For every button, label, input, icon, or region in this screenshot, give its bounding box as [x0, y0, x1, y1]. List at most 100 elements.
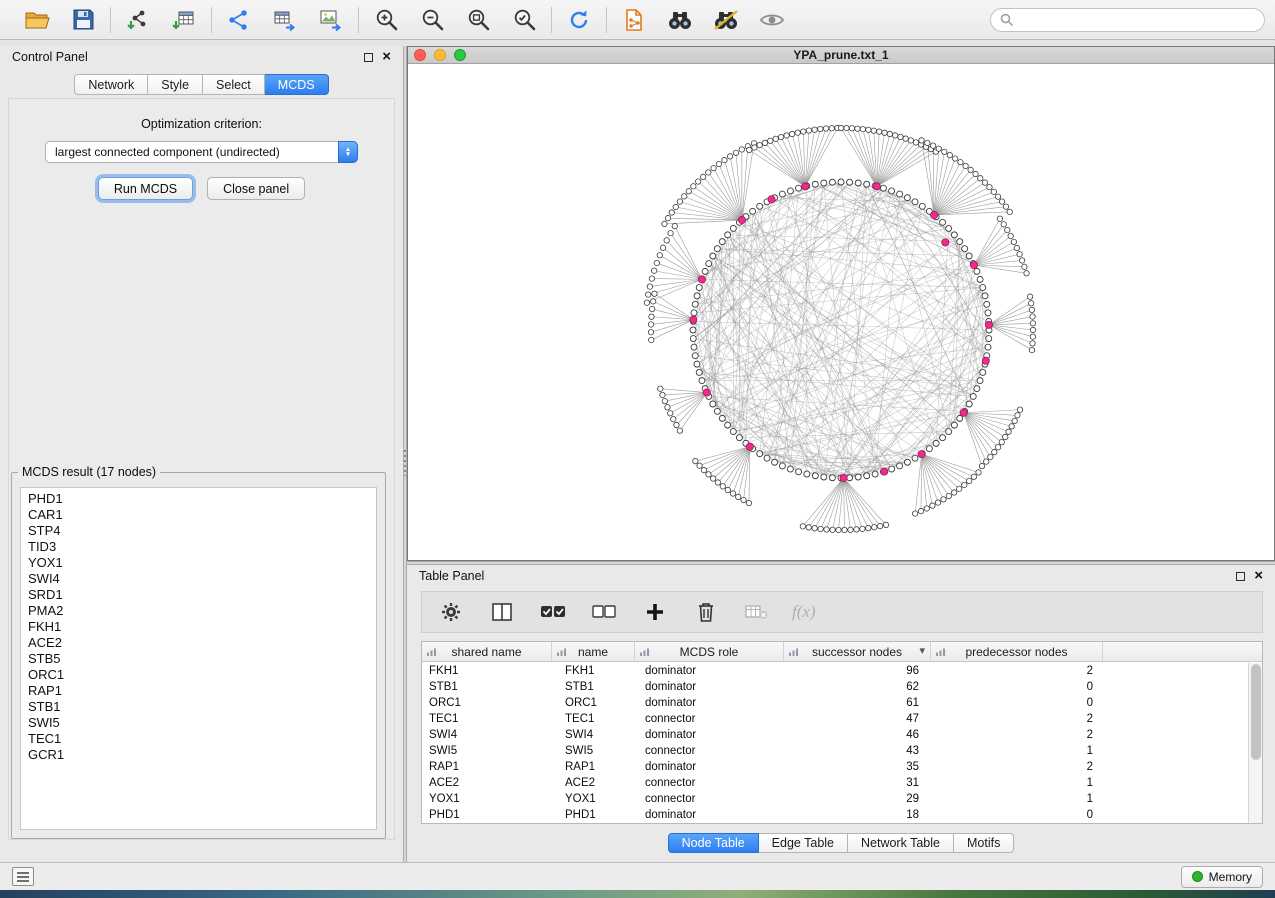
cell-name: SWI5	[552, 745, 635, 757]
import-table-button[interactable]	[168, 5, 200, 35]
import-network-button[interactable]	[122, 5, 154, 35]
scrollbar-thumb[interactable]	[1251, 664, 1261, 760]
network-node	[706, 170, 711, 175]
column-header-predecessor-nodes[interactable]: predecessor nodes	[931, 642, 1103, 661]
table-row[interactable]: ORC1ORC1dominator610	[422, 695, 1248, 711]
network-node	[985, 344, 991, 350]
panel-menu-button[interactable]	[12, 867, 34, 886]
mcds-result-item[interactable]: STB1	[21, 699, 376, 715]
run-mcds-button[interactable]: Run MCDS	[98, 177, 193, 200]
criterion-dropdown[interactable]: largest connected component (undirected)…	[45, 141, 358, 163]
cell-predecessor-nodes: 0	[931, 809, 1103, 821]
mcds-result-item[interactable]: CAR1	[21, 507, 376, 523]
column-header-filler	[1103, 642, 1262, 661]
close-panel-icon[interactable]: ×	[382, 52, 391, 62]
mcds-result-item[interactable]: FKH1	[21, 619, 376, 635]
table-settings-button[interactable]	[435, 597, 467, 627]
select-all-button[interactable]	[537, 597, 569, 627]
mcds-result-item[interactable]: ORC1	[21, 667, 376, 683]
float-panel-icon[interactable]	[364, 53, 373, 62]
mcds-result-item[interactable]: STB5	[21, 651, 376, 667]
mcds-result-item[interactable]: STP4	[21, 523, 376, 539]
column-header-name[interactable]: name	[552, 642, 635, 661]
first-neighbors-button[interactable]	[664, 5, 696, 35]
search-box[interactable]	[990, 8, 1265, 32]
column-header-MCDS-role[interactable]: MCDS role	[635, 642, 784, 661]
zoom-fit-button[interactable]	[462, 5, 494, 35]
mcds-result-item[interactable]: SRD1	[21, 587, 376, 603]
tab-network[interactable]: Network	[74, 74, 148, 95]
dominator-node	[873, 183, 880, 190]
close-table-panel-icon[interactable]: ×	[1254, 571, 1263, 581]
show-hide-button[interactable]	[756, 5, 788, 35]
show-columns-button[interactable]	[486, 597, 518, 627]
mcds-result-item[interactable]: GCR1	[21, 747, 376, 763]
table-scrollbar[interactable]	[1248, 663, 1262, 823]
close-mcds-panel-button[interactable]: Close panel	[207, 177, 305, 200]
mcds-result-item[interactable]: TEC1	[21, 731, 376, 747]
tab-select[interactable]: Select	[203, 74, 265, 95]
open-file-button[interactable]	[21, 5, 53, 35]
network-node	[702, 268, 708, 274]
minimize-window-icon[interactable]	[434, 49, 446, 61]
cell-name: YOX1	[552, 793, 635, 805]
network-node	[836, 527, 841, 532]
search-input[interactable]	[1020, 13, 1255, 27]
zoom-out-button[interactable]	[416, 5, 448, 35]
tab-mcds[interactable]: MCDS	[265, 74, 329, 95]
mcds-result-item[interactable]: PHD1	[21, 491, 376, 507]
unselect-all-button[interactable]	[588, 597, 620, 627]
table-panel: Table Panel ×	[407, 565, 1275, 862]
mcds-result-item[interactable]: TID3	[21, 539, 376, 555]
apply-layout-button[interactable]	[563, 5, 595, 35]
table-row[interactable]: ACE2ACE2connector311	[422, 775, 1248, 791]
table-row[interactable]: SWI5SWI5connector431	[422, 743, 1248, 759]
memory-button[interactable]: Memory	[1181, 866, 1263, 888]
tab-style[interactable]: Style	[148, 74, 203, 95]
cell-successor-nodes: 35	[784, 761, 931, 773]
network-node	[795, 130, 800, 135]
dominator-node	[942, 239, 949, 246]
table-row[interactable]: YOX1YOX1connector291	[422, 791, 1248, 807]
chevron-down-icon[interactable]: ▾	[919, 644, 925, 657]
network-titlebar[interactable]: YPA_prune.txt_1	[408, 47, 1274, 64]
tab-network-table[interactable]: Network Table	[848, 833, 954, 853]
network-node	[979, 463, 984, 468]
tab-edge-table[interactable]: Edge Table	[759, 833, 848, 853]
export-network-button[interactable]	[223, 5, 255, 35]
network-node	[750, 208, 756, 214]
export-table-button[interactable]	[269, 5, 301, 35]
zoom-in-button[interactable]	[370, 5, 402, 35]
mcds-result-item[interactable]: SWI4	[21, 571, 376, 587]
share-document-button[interactable]	[618, 5, 650, 35]
table-row[interactable]: FKH1FKH1dominator962	[422, 663, 1248, 679]
add-row-button[interactable]	[639, 597, 671, 627]
tab-node-table[interactable]: Node Table	[668, 833, 759, 853]
network-node	[1011, 239, 1016, 244]
network-node	[1008, 233, 1013, 238]
find-slash-button[interactable]	[710, 5, 742, 35]
delete-row-button[interactable]	[690, 597, 722, 627]
table-row[interactable]: PHD1PHD1dominator180	[422, 807, 1248, 823]
table-row[interactable]: STB1STB1dominator620	[422, 679, 1248, 695]
mcds-result-item[interactable]: YOX1	[21, 555, 376, 571]
table-row[interactable]: TEC1TEC1connector472	[422, 711, 1248, 727]
column-header-shared-name[interactable]: shared name	[422, 642, 552, 661]
export-image-button[interactable]	[315, 5, 347, 35]
maximize-window-icon[interactable]	[454, 49, 466, 61]
zoom-selected-button[interactable]	[508, 5, 540, 35]
network-node	[974, 268, 980, 274]
table-row[interactable]: RAP1RAP1dominator352	[422, 759, 1248, 775]
tab-motifs[interactable]: Motifs	[954, 833, 1014, 853]
mcds-result-item[interactable]: RAP1	[21, 683, 376, 699]
float-table-panel-icon[interactable]	[1236, 572, 1245, 581]
network-canvas[interactable]	[408, 64, 1274, 560]
close-window-icon[interactable]	[414, 49, 426, 61]
save-session-button[interactable]	[67, 5, 99, 35]
network-node	[849, 126, 854, 131]
table-row[interactable]: SWI4SWI4dominator462	[422, 727, 1248, 743]
mcds-result-item[interactable]: PMA2	[21, 603, 376, 619]
mcds-result-item[interactable]: SWI5	[21, 715, 376, 731]
mcds-result-item[interactable]: ACE2	[21, 635, 376, 651]
column-header-successor-nodes[interactable]: successor nodes▾	[784, 642, 931, 661]
